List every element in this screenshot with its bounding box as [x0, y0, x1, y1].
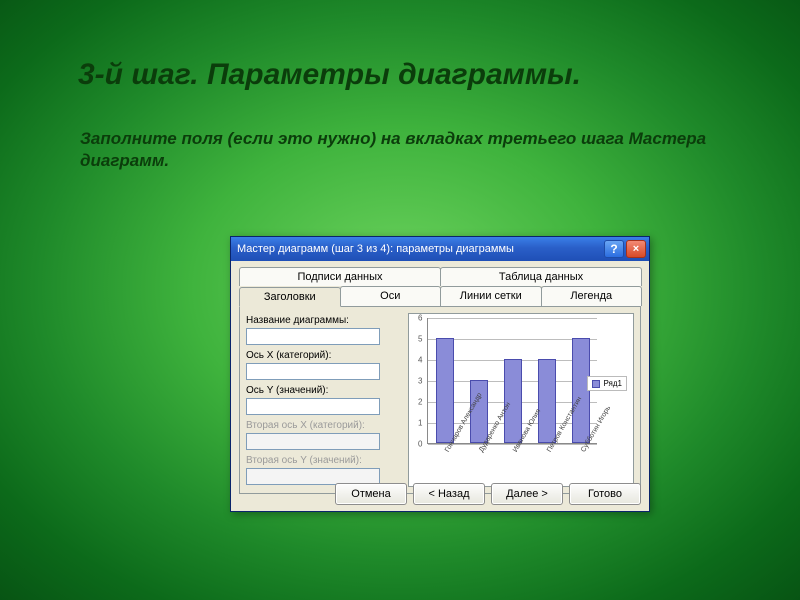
y-tick-label: 2: [418, 398, 422, 407]
axis-y-label: Ось Y (значений):: [246, 385, 402, 396]
y-tick-label: 5: [418, 335, 422, 344]
help-button[interactable]: ?: [604, 240, 624, 258]
tab-gridlines[interactable]: Линии сетки: [440, 286, 542, 306]
field-axis-x: Ось X (категорий):: [246, 350, 402, 380]
gridline: [428, 318, 597, 319]
tab-panel-titles: Название диаграммы: Ось X (категорий): О…: [239, 306, 641, 494]
y-tick-label: 6: [418, 314, 422, 323]
dialog-body: Подписи данных Таблица данных Заголовки …: [231, 261, 649, 500]
y-tick-label: 3: [418, 377, 422, 386]
legend-series-label: Ряд1: [603, 379, 622, 388]
back-button[interactable]: < Назад: [413, 483, 485, 505]
chart-plot-area: 0123456: [427, 318, 597, 444]
finish-button[interactable]: Готово: [569, 483, 641, 505]
axis-x2-input: [246, 433, 380, 450]
y-tick-label: 4: [418, 356, 422, 365]
chart-legend: Ряд1: [587, 376, 627, 391]
chart-bar: [538, 359, 557, 443]
chart-bar: [436, 338, 455, 443]
dialog-title: Мастер диаграмм (шаг 3 из 4): параметры …: [237, 243, 602, 255]
tab-legend[interactable]: Легенда: [541, 286, 643, 306]
next-button[interactable]: Далее >: [491, 483, 563, 505]
legend-swatch-icon: [592, 380, 600, 388]
titles-form: Название диаграммы: Ось X (категорий): О…: [246, 313, 402, 487]
axis-x-input[interactable]: [246, 363, 380, 380]
tab-data-table[interactable]: Таблица данных: [440, 267, 642, 286]
field-axis-y: Ось Y (значений):: [246, 385, 402, 415]
tabs-row-lower: Заголовки Оси Линии сетки Легенда: [239, 286, 641, 306]
help-icon: ?: [610, 242, 617, 256]
slide-subtitle: Заполните поля (если это нужно) на вклад…: [0, 98, 800, 172]
slide-title: 3-й шаг. Параметры диаграммы.: [0, 0, 800, 98]
close-icon: ×: [633, 243, 639, 255]
field-axis-y2: Вторая ось Y (значений):: [246, 455, 402, 485]
axis-y2-label: Вторая ось Y (значений):: [246, 455, 402, 466]
chart-title-label: Название диаграммы:: [246, 315, 402, 326]
tab-titles[interactable]: Заголовки: [239, 287, 341, 307]
tab-axes[interactable]: Оси: [340, 286, 442, 306]
tab-data-labels[interactable]: Подписи данных: [239, 267, 441, 286]
y-tick-label: 0: [418, 440, 422, 449]
axis-x-label: Ось X (категорий):: [246, 350, 402, 361]
close-button[interactable]: ×: [626, 240, 646, 258]
wizard-button-row: Отмена < Назад Далее > Готово: [335, 483, 641, 505]
cancel-button[interactable]: Отмена: [335, 483, 407, 505]
chart-preview: 0123456 Ряд1 Гончаров АлександрДударенко…: [408, 313, 634, 487]
field-axis-x2: Вторая ось X (категорий):: [246, 420, 402, 450]
tabs-row-upper: Подписи данных Таблица данных: [239, 267, 641, 286]
titlebar[interactable]: Мастер диаграмм (шаг 3 из 4): параметры …: [231, 237, 649, 261]
axis-x2-label: Вторая ось X (категорий):: [246, 420, 402, 431]
chart-wizard-dialog: Мастер диаграмм (шаг 3 из 4): параметры …: [230, 236, 650, 512]
y-tick-label: 1: [418, 419, 422, 428]
axis-y-input[interactable]: [246, 398, 380, 415]
chart-title-input[interactable]: [246, 328, 380, 345]
field-chart-title: Название диаграммы:: [246, 315, 402, 345]
